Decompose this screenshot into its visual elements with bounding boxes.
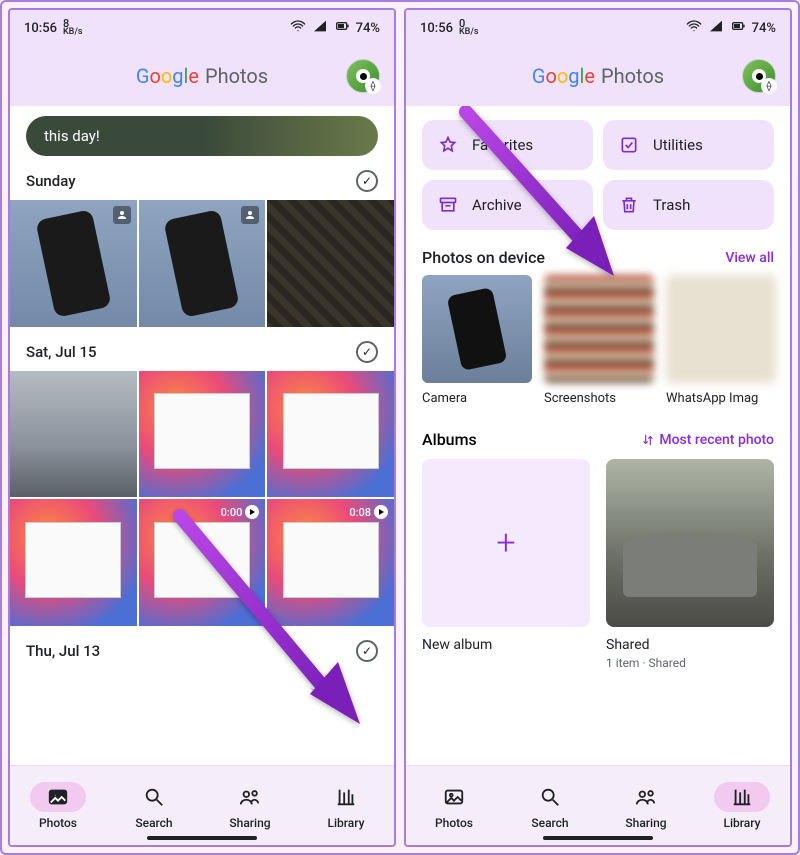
app-title: Google Photos (136, 64, 268, 88)
device-folder-camera[interactable]: Camera (422, 275, 532, 406)
select-day-icon[interactable]: ✓ (356, 170, 378, 192)
sort-icon (641, 433, 655, 447)
photo-thumbnail[interactable] (267, 200, 394, 327)
library-icon (731, 786, 753, 808)
view-all-link[interactable]: View all (725, 250, 774, 266)
photo-thumbnail[interactable] (10, 371, 137, 498)
trash-icon (619, 195, 639, 215)
album-new[interactable]: + New album (422, 459, 590, 670)
status-bar: 10:56 8 KB/s 74% (10, 10, 394, 46)
chip-utilities[interactable]: Utilities (603, 120, 774, 170)
section-photos-on-device: Photos on device View all (406, 234, 790, 275)
app-header: Google Photos ⟠ (10, 46, 394, 106)
star-icon (438, 135, 458, 155)
video-thumbnail[interactable]: 0:00 (139, 499, 266, 626)
device-folder-whatsapp[interactable]: WhatsApp Imag (666, 275, 776, 406)
battery-icon (334, 18, 350, 38)
app-header: Google Photos ⟠ (406, 46, 790, 106)
nav-sharing[interactable]: Sharing (222, 782, 278, 830)
photo-thumbnail[interactable] (139, 200, 266, 327)
signal-icon (312, 18, 328, 38)
plus-icon: + (422, 459, 590, 627)
search-icon (539, 786, 561, 808)
signal-icon (708, 18, 724, 38)
photo-thumbnail[interactable] (10, 200, 137, 327)
library-icon (335, 786, 357, 808)
account-avatar[interactable]: ⟠ (742, 59, 776, 93)
select-day-icon[interactable]: ✓ (356, 640, 378, 662)
nav-sharing[interactable]: Sharing (618, 782, 674, 830)
album-shared[interactable]: Shared 1 item · Shared (606, 459, 774, 670)
play-icon (245, 505, 259, 519)
chip-favorites[interactable]: Favorites (422, 120, 593, 170)
battery-percent: 74% (356, 21, 380, 36)
archive-icon (438, 195, 458, 215)
gesture-bar[interactable] (147, 836, 257, 840)
status-time: 10:56 (420, 21, 453, 36)
bottom-nav: Photos Search Sharing Library (406, 765, 790, 845)
chip-archive[interactable]: Archive (422, 180, 593, 230)
memory-card[interactable]: this day! (26, 116, 378, 156)
device-folders-row[interactable]: Camera Screenshots WhatsApp Imag (406, 275, 790, 412)
photos-icon (47, 786, 69, 808)
chip-trash[interactable]: Trash (603, 180, 774, 230)
day-header-sat: Sat, Jul 15 ✓ (10, 327, 394, 371)
battery-icon (730, 18, 746, 38)
photos-icon (443, 786, 465, 808)
gesture-bar[interactable] (543, 836, 653, 840)
video-thumbnail[interactable]: 0:08 (267, 499, 394, 626)
photo-thumbnail[interactable] (139, 371, 266, 498)
day-header-thu: Thu, Jul 13 ✓ (10, 626, 394, 670)
account-avatar[interactable]: ⟠ (346, 59, 380, 93)
battery-percent: 74% (752, 21, 776, 36)
nav-search[interactable]: Search (126, 782, 182, 830)
bottom-nav: Photos Search Sharing Library (10, 765, 394, 845)
wifi-icon (290, 18, 306, 38)
nav-photos[interactable]: Photos (30, 782, 86, 830)
sync-off-badge-icon: ⟠ (365, 78, 381, 94)
photo-thumbnail[interactable] (267, 371, 394, 498)
utilities-icon (619, 135, 639, 155)
photo-thumbnail[interactable] (10, 499, 137, 626)
status-net-speed: 8 KB/s (63, 19, 83, 37)
phone-library-screen: 10:56 0 KB/s 74% Google Photos (404, 8, 792, 847)
photo-feed[interactable]: this day! Sunday ✓ Sat, Jul 15 ✓ (10, 106, 394, 765)
search-icon (143, 786, 165, 808)
nav-search[interactable]: Search (522, 782, 578, 830)
device-folder-screenshots[interactable]: Screenshots (544, 275, 654, 406)
sort-albums-button[interactable]: Most recent photo (641, 432, 774, 448)
status-time: 10:56 (24, 21, 57, 36)
phone-photos-screen: 10:56 8 KB/s 74% Google Photos (8, 8, 396, 847)
sync-off-badge-icon: ⟠ (761, 78, 777, 94)
app-title: Google Photos (532, 64, 664, 88)
sharing-icon (635, 786, 657, 808)
select-day-icon[interactable]: ✓ (356, 341, 378, 363)
nav-photos[interactable]: Photos (426, 782, 482, 830)
sharing-icon (239, 786, 261, 808)
status-net-speed: 0 KB/s (459, 19, 479, 37)
person-badge-icon (241, 206, 259, 224)
library-content[interactable]: Favorites Utilities Archive Trash Photos… (406, 106, 790, 765)
nav-library[interactable]: Library (318, 782, 374, 830)
nav-library[interactable]: Library (714, 782, 770, 830)
person-badge-icon (113, 206, 131, 224)
section-albums: Albums (422, 430, 477, 449)
status-bar: 10:56 0 KB/s 74% (406, 10, 790, 46)
play-icon (374, 505, 388, 519)
wifi-icon (686, 18, 702, 38)
day-header-sunday: Sunday ✓ (10, 156, 394, 200)
